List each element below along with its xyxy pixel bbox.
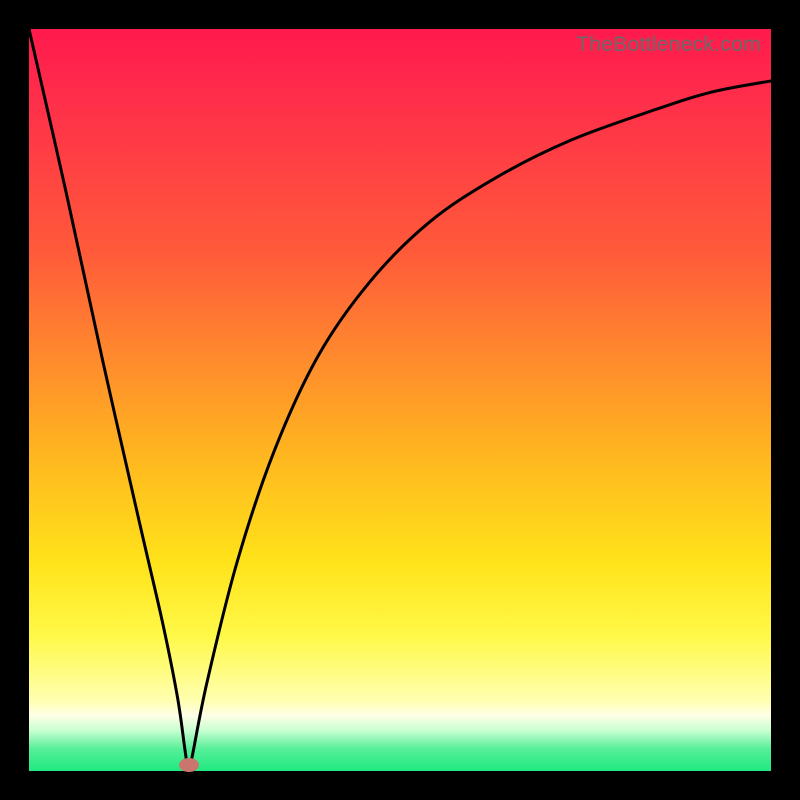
curve-path — [29, 29, 771, 771]
chart-frame: TheBottleneck.com — [0, 0, 800, 800]
optimum-marker — [179, 758, 199, 772]
bottleneck-curve — [29, 29, 771, 771]
plot-area: TheBottleneck.com — [29, 29, 771, 771]
